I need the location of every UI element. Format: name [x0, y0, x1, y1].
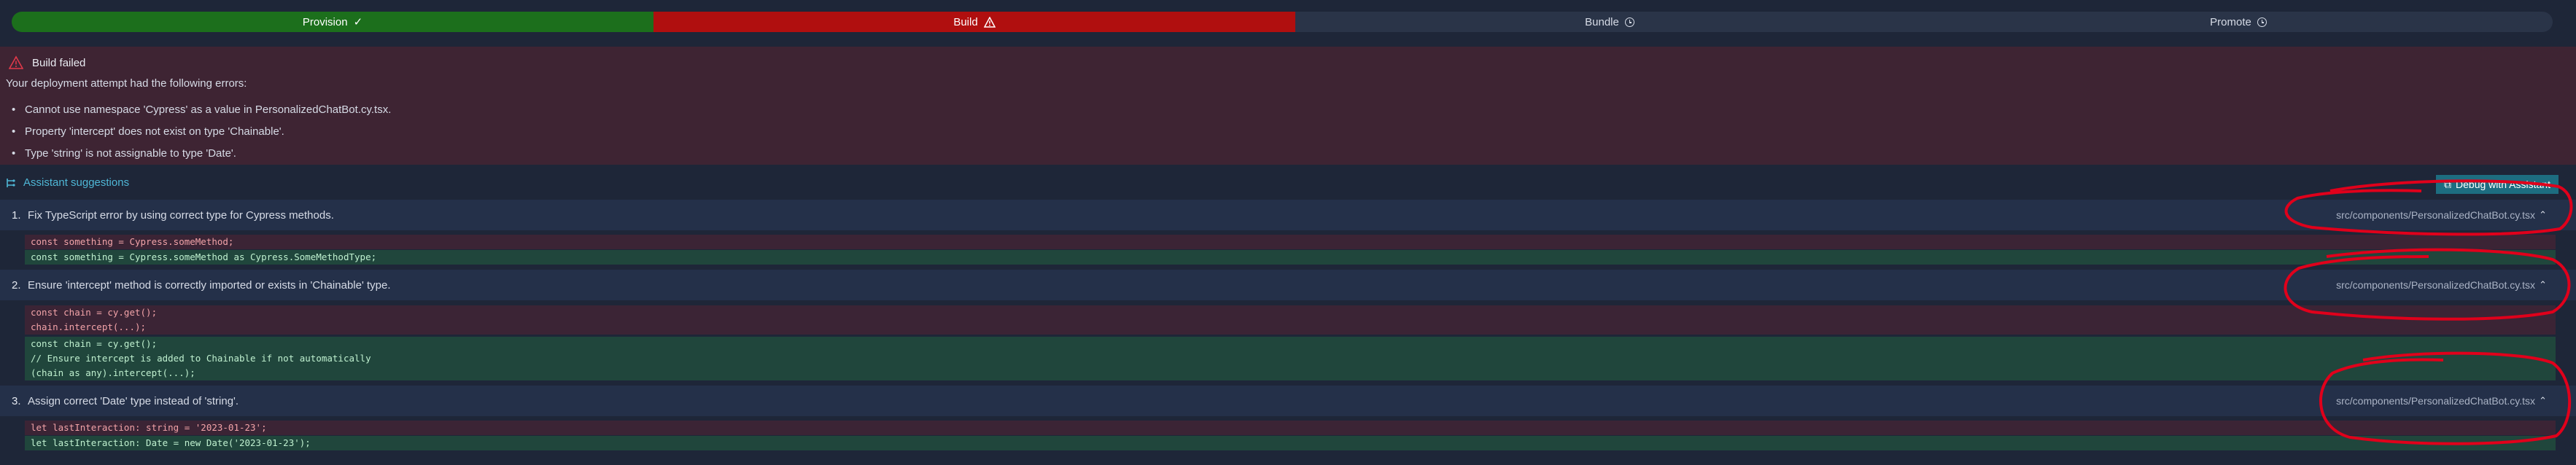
- file-path-link[interactable]: src/components/PersonalizedChatBot.cy.ts…: [2336, 209, 2535, 221]
- code-line-added: const chain = cy.get();: [25, 337, 2556, 351]
- step-provision[interactable]: Provision ✓: [12, 12, 653, 32]
- clock-icon: [1624, 17, 1634, 27]
- code-line-added: let lastInteraction: Date = new Date('20…: [25, 436, 2556, 450]
- step-label: Promote: [2210, 15, 2251, 28]
- error-title: Build failed: [9, 55, 85, 70]
- step-label: Bundle: [1585, 15, 1619, 28]
- code-line-removed: let lastInteraction: string = '2023-01-2…: [25, 421, 2556, 435]
- suggestion-text: Assign correct 'Date' type instead of 's…: [28, 394, 239, 407]
- code-line-removed: chain.intercept(...);: [25, 320, 2556, 335]
- step-build[interactable]: Build: [653, 12, 1295, 32]
- suggestion-number: 3.: [12, 394, 21, 407]
- chevron-up-icon[interactable]: ⌃: [2539, 279, 2547, 291]
- step-label: Build: [953, 15, 978, 28]
- suggestion-number: 2.: [12, 278, 21, 292]
- file-path-link[interactable]: src/components/PersonalizedChatBot.cy.ts…: [2336, 279, 2535, 291]
- error-item: Cannot use namespace 'Cypress' as a valu…: [12, 99, 391, 121]
- suggestion-text: Ensure 'intercept' method is correctly i…: [28, 278, 391, 292]
- suggestion-number: 1.: [12, 208, 21, 222]
- error-title-text: Build failed: [32, 56, 86, 69]
- error-list: Cannot use namespace 'Cypress' as a valu…: [12, 99, 391, 165]
- code-line-added: (chain as any).intercept(...);: [25, 366, 2556, 380]
- code-line-removed: const chain = cy.get();: [25, 305, 2556, 320]
- step-promote[interactable]: Promote: [1924, 12, 2553, 32]
- error-item: Type 'string' is not assignable to type …: [12, 143, 391, 165]
- warning-icon: [983, 16, 996, 28]
- chevron-up-icon[interactable]: ⌃: [2539, 395, 2547, 407]
- code-line-removed: const something = Cypress.someMethod;: [25, 235, 2556, 249]
- step-label: Provision: [302, 15, 348, 28]
- error-intro: Your deployment attempt had the followin…: [6, 77, 247, 90]
- debug-button-label: Debug with Assistant: [2456, 179, 2550, 190]
- suggestion-header-3[interactable]: 3. Assign correct 'Date' type instead of…: [0, 386, 2576, 416]
- warning-icon: [9, 55, 23, 69]
- assistant-header: Assistant suggestions: [6, 176, 129, 189]
- code-line-added: // Ensure intercept is added to Chainabl…: [25, 351, 2556, 366]
- assistant-header-text: Assistant suggestions: [23, 176, 130, 189]
- suggestion-text: Fix TypeScript error by using correct ty…: [28, 208, 334, 222]
- error-panel: Build failed Your deployment attempt had…: [0, 47, 2576, 165]
- pipeline-progress: Provision ✓ Build Bundle Promote: [12, 12, 2553, 32]
- check-icon: ✓: [353, 16, 363, 28]
- file-path-link[interactable]: src/components/PersonalizedChatBot.cy.ts…: [2336, 395, 2535, 407]
- error-item: Property 'intercept' does not exist on t…: [12, 121, 391, 143]
- chevron-up-icon[interactable]: ⌃: [2539, 209, 2547, 221]
- step-bundle[interactable]: Bundle: [1295, 12, 1924, 32]
- debug-with-assistant-button[interactable]: ⧉ Debug with Assistant: [2436, 175, 2558, 194]
- suggestion-header-1[interactable]: 1. Fix TypeScript error by using correct…: [0, 200, 2576, 230]
- debug-icon: ⧉: [2444, 178, 2452, 190]
- code-line-added: const something = Cypress.someMethod as …: [25, 250, 2556, 265]
- clock-icon: [2257, 17, 2267, 27]
- suggestion-header-2[interactable]: 2. Ensure 'intercept' method is correctl…: [0, 270, 2576, 300]
- sparkle-icon: [7, 178, 15, 187]
